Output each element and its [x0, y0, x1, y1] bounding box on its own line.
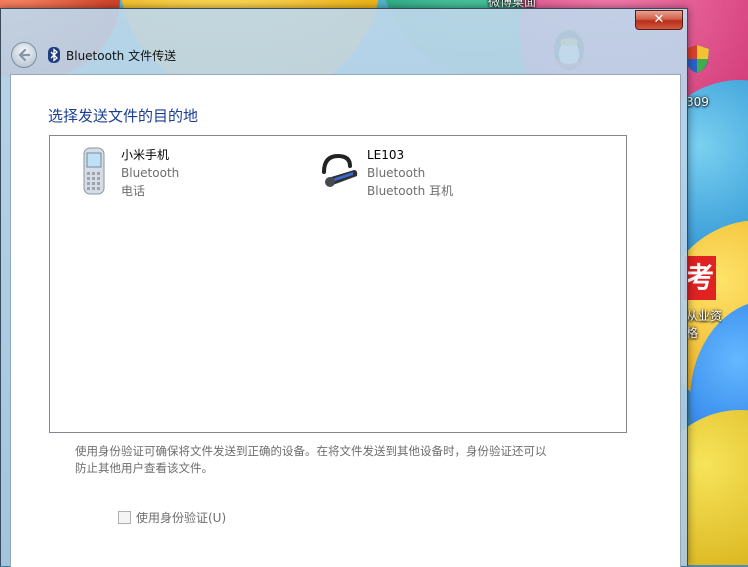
use-authentication-checkbox[interactable]	[118, 511, 131, 524]
headset-icon	[322, 153, 358, 187]
device-text: 小米手机 Bluetooth 电话	[121, 146, 179, 200]
device-text: LE103 Bluetooth Bluetooth 耳机	[367, 146, 453, 200]
device-item-le103[interactable]: LE103 Bluetooth Bluetooth 耳机	[320, 146, 453, 200]
desktop-icon-label-qualification[interactable]: 从业资 格	[686, 308, 722, 342]
exam-app-icon[interactable]: 考	[684, 256, 716, 300]
content-area: 选择发送文件的目的地 小米手机 Bluetooth 电话 LE103 Bluet…	[10, 74, 681, 567]
back-arrow-icon	[18, 48, 31, 62]
device-name: 小米手机	[121, 148, 170, 162]
device-name: LE103	[367, 148, 405, 162]
window-title: Bluetooth 文件传送	[66, 48, 177, 63]
mobile-phone-icon	[83, 147, 105, 195]
use-authentication-option[interactable]: 使用身份验证(U)	[118, 509, 226, 526]
close-button[interactable]: ✕	[635, 10, 683, 30]
device-list[interactable]: 小米手机 Bluetooth 电话 LE103 Bluetooth Blueto…	[49, 135, 627, 433]
device-category: Bluetooth 耳机	[367, 184, 454, 198]
device-item-xiaomi-phone[interactable]: 小米手机 Bluetooth 电话	[74, 146, 179, 200]
title-bar: Bluetooth 文件传送	[11, 42, 176, 68]
note-line2: 防止其他用户查看该文件。	[75, 461, 213, 475]
back-button[interactable]	[11, 42, 37, 68]
use-authentication-label: 使用身份验证(U)	[136, 511, 227, 525]
device-category: 电话	[121, 184, 146, 198]
page-heading: 选择发送文件的目的地	[48, 107, 199, 125]
bluetooth-transfer-window: ✕ Bluetooth 文件传送 选择发送文件的目的地 小米手机 Bluetoo…	[0, 8, 688, 567]
desktop-icon-label-line1: 从业资	[686, 309, 723, 323]
authentication-note: 使用身份验证可确保将文件发送到正确的设备。在将文件发送到其他设备时，身份验证还可…	[75, 443, 595, 477]
note-line1: 使用身份验证可确保将文件发送到正确的设备。在将文件发送到其他设备时，身份验证还可…	[75, 444, 547, 458]
desktop-icon-label-309[interactable]: 309	[686, 95, 709, 109]
device-type: Bluetooth	[367, 166, 426, 180]
bluetooth-icon	[48, 47, 60, 63]
device-type: Bluetooth	[121, 166, 180, 180]
